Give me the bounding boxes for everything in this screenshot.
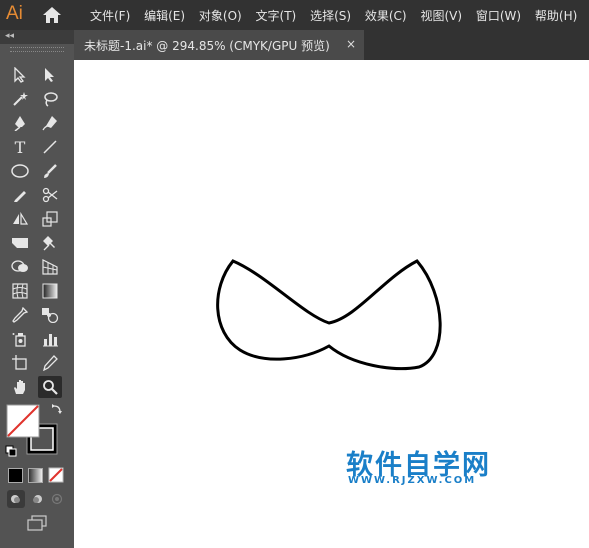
pencil-tool-icon[interactable] xyxy=(8,184,32,206)
gradient-mode-icon[interactable] xyxy=(28,468,43,483)
menu-file[interactable]: 文件(F) xyxy=(90,9,130,23)
draw-inside-icon[interactable] xyxy=(48,490,66,508)
artboard-canvas[interactable]: 软件自学网 WWW.RJZXW.COM xyxy=(74,60,589,548)
scale-tool-icon[interactable] xyxy=(38,208,62,230)
watermark-url: WWW.RJZXW.COM xyxy=(348,475,477,486)
color-mode-icon[interactable] xyxy=(8,468,23,483)
puppet-warp-tool-icon[interactable] xyxy=(38,232,62,254)
drawn-shape[interactable] xyxy=(74,60,589,548)
tools-panel: ◂◂ T xyxy=(0,30,74,548)
menu-bar: Ai 文件(F) 编辑(E) 对象(O) 文字(T) 选择(S) 效果(C) 视… xyxy=(0,0,589,30)
panel-grip[interactable] xyxy=(10,47,64,52)
screen-mode-icon[interactable] xyxy=(26,514,48,532)
perspective-grid-tool-icon[interactable] xyxy=(38,256,62,278)
app-logo: Ai xyxy=(6,3,23,24)
document-tab-title: 未标题-1.ai* @ 294.85% (CMYK/GPU 预览) xyxy=(84,38,330,53)
paintbrush-tool-icon[interactable] xyxy=(38,160,62,182)
document-tab[interactable]: 未标题-1.ai* @ 294.85% (CMYK/GPU 预览) × xyxy=(74,30,364,60)
mesh-tool-icon[interactable] xyxy=(8,280,32,302)
direct-selection-tool-icon[interactable] xyxy=(38,64,62,86)
menu-object[interactable]: 对象(O) xyxy=(199,9,242,23)
fill-stroke-widget[interactable] xyxy=(0,402,74,460)
draw-normal-icon[interactable] xyxy=(7,490,25,508)
hand-tool-icon[interactable] xyxy=(8,376,32,398)
width-tool-icon[interactable] xyxy=(8,232,32,254)
menu-select[interactable]: 选择(S) xyxy=(310,9,351,23)
gradient-tool-icon[interactable] xyxy=(38,280,62,302)
document-tab-bar: 未标题-1.ai* @ 294.85% (CMYK/GPU 预览) × xyxy=(74,30,589,60)
magic-wand-tool-icon[interactable] xyxy=(8,88,32,110)
curvature-tool-icon[interactable] xyxy=(38,112,62,134)
type-tool-icon[interactable]: T xyxy=(8,136,32,158)
symbol-sprayer-tool-icon[interactable] xyxy=(8,328,32,350)
reflect-tool-icon[interactable] xyxy=(8,208,32,230)
menu-help[interactable]: 帮助(H) xyxy=(535,9,577,23)
line-segment-tool-icon[interactable] xyxy=(38,136,62,158)
blend-tool-icon[interactable] xyxy=(38,304,62,326)
close-icon[interactable]: × xyxy=(346,37,356,51)
artboard-tool-icon[interactable] xyxy=(8,352,32,374)
panel-header[interactable]: ◂◂ xyxy=(0,30,74,44)
collapse-icon[interactable]: ◂◂ xyxy=(5,31,14,41)
column-graph-tool-icon[interactable] xyxy=(38,328,62,350)
scissors-tool-icon[interactable] xyxy=(38,184,62,206)
lasso-tool-icon[interactable] xyxy=(38,88,62,110)
selection-tool-icon[interactable] xyxy=(8,64,32,86)
none-mode-icon[interactable] xyxy=(48,467,64,483)
ellipse-tool-icon[interactable] xyxy=(8,160,32,182)
slice-tool-icon[interactable] xyxy=(38,352,62,374)
home-icon[interactable] xyxy=(42,6,62,24)
menu-view[interactable]: 视图(V) xyxy=(420,9,462,23)
pen-tool-icon[interactable] xyxy=(8,112,32,134)
menu-type[interactable]: 文字(T) xyxy=(256,9,297,23)
menu-effect[interactable]: 效果(C) xyxy=(365,9,407,23)
menu-window[interactable]: 窗口(W) xyxy=(476,9,521,23)
draw-behind-icon[interactable] xyxy=(28,490,46,508)
shape-builder-tool-icon[interactable] xyxy=(8,256,32,278)
zoom-tool-icon[interactable] xyxy=(38,376,62,398)
menu-edit[interactable]: 编辑(E) xyxy=(144,9,185,23)
eyedropper-tool-icon[interactable] xyxy=(8,304,32,326)
